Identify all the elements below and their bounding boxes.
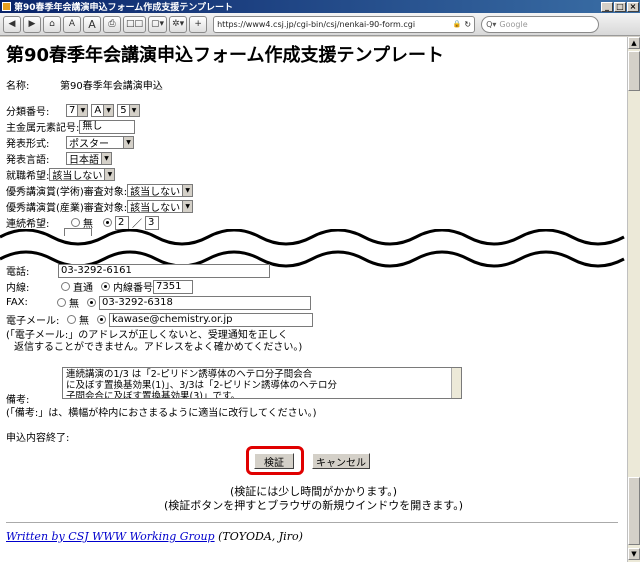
email-note-2: 返信することができません。アドレスをよく確かめてください。) [14, 342, 303, 353]
search-field[interactable]: Q▾ Google [481, 15, 600, 33]
element-label: 主金属元素記号: [6, 123, 80, 134]
scroll-down-icon[interactable]: ▼ [628, 548, 640, 560]
maximize-button[interactable]: □ [614, 1, 626, 12]
element-input[interactable]: 無し [79, 119, 136, 134]
close-button[interactable]: × [627, 1, 639, 12]
remarks-scrollbar[interactable] [451, 368, 461, 398]
award-industry-row: 優秀講演賞(産業)審査対象: 該当しない ▼ [6, 199, 196, 214]
lock-icon: 🔒 [452, 20, 462, 28]
window-title: 第90春季年会講演申込フォーム作成支援テンプレート [14, 3, 233, 13]
email-row: 電子メール: 無 kawase@chemistry.or.jp [6, 312, 313, 327]
fax-row: FAX: 無 03-3292-6318 [6, 295, 311, 310]
phone-input[interactable]: 03-3292-6161 [58, 263, 270, 278]
print-icon[interactable]: ⎙ [103, 15, 121, 33]
app-icon [2, 2, 11, 11]
ext-label: 内線: [6, 283, 30, 294]
language-label: 発表言語: [6, 155, 50, 166]
reload-icon[interactable]: ↻ [464, 20, 471, 29]
page-menu-icon[interactable]: ▢▾ [148, 15, 168, 33]
fax-label: FAX: [6, 297, 28, 308]
format-row: 発表形式: ポスター ▼ [6, 135, 137, 150]
name-label: 名称: [6, 81, 30, 92]
ext-row: 内線: 直通 内線番号 7351 [6, 279, 193, 294]
email-none-label: 無 [79, 316, 89, 327]
remarks-note: (「備考:」は、横幅が枠内におさまるように適当に改行してください。) [6, 408, 317, 419]
address-bar[interactable]: https://www4.csj.jp/cgi-bin/csj/nenkai-9… [213, 15, 476, 33]
email-address-radio[interactable] [97, 315, 106, 324]
footer: Written by CSJ WWW Working Group (TOYODA… [6, 530, 303, 543]
url-text[interactable]: https://www4.csj.jp/cgi-bin/csj/nenkai-9… [217, 20, 453, 29]
email-label: 電子メール: [6, 316, 60, 327]
language-row: 発表言語: 日本語 ▼ [6, 151, 115, 166]
category-label: 分類番号: [6, 107, 50, 118]
page-content: 第90春季年会講演申込フォーム作成支援テンプレート 名称: 第90春季年会講演申… [0, 37, 627, 562]
ext-number-radio[interactable] [101, 282, 110, 291]
job-row: 就職希望: 該当しない ▼ [6, 167, 118, 182]
fax-none-radio[interactable] [57, 298, 66, 307]
home-icon[interactable]: ⌂ [43, 15, 61, 33]
phone-label: 電話: [6, 267, 30, 278]
settings-icon[interactable]: ✲▾ [169, 15, 188, 33]
ext-direct-radio[interactable] [61, 282, 70, 291]
info-line-2: (検証ボタンを押すとブラウザの新規ウインドウを開きます。) [164, 499, 463, 512]
footer-author: (TOYODA, Jiro) [214, 530, 303, 543]
series-total-input[interactable]: 3 [145, 215, 159, 230]
category-select-2[interactable]: A ▼ [91, 104, 115, 117]
format-select[interactable]: ポスター ▼ [66, 136, 134, 150]
page-scrollbar[interactable]: ▲ ▼ [627, 37, 640, 562]
award-academic-label: 優秀講演賞(学術)審査対象: [6, 187, 128, 198]
category-row: 分類番号: 7 ▼ A ▼ 5 ▼ [6, 103, 143, 118]
forward-icon[interactable]: ▶ [23, 15, 41, 33]
scroll-thumb-top[interactable] [628, 51, 640, 91]
job-label: 就職希望: [6, 171, 50, 182]
series-separator: ／ [132, 219, 142, 230]
remarks-line-3: 子間会合に及ぼす置換基効果(3)」です。 [66, 391, 241, 399]
verify-highlight-box [246, 446, 304, 475]
job-select[interactable]: 該当しない ▼ [49, 168, 116, 182]
page-title: 第90春季年会講演申込フォーム作成支援テンプレート [6, 45, 444, 66]
font-smaller-button[interactable]: A [63, 15, 81, 33]
search-icon: Q▾ [486, 19, 497, 29]
award-industry-label: 優秀講演賞(産業)審査対象: [6, 203, 128, 214]
window-titlebar: 第90春季年会講演申込フォーム作成支援テンプレート _ □ × [0, 0, 640, 13]
ext-number-label: 内線番号 [113, 283, 153, 294]
language-select[interactable]: 日本語 ▼ [66, 152, 112, 166]
name-row: 名称: 第90春季年会講演申込 [6, 77, 163, 92]
category-select-3[interactable]: 5 ▼ [117, 104, 140, 117]
font-larger-button[interactable]: A [83, 15, 101, 33]
remarks-line-1: 連続講演の1/3 は「2-ピリドン誘導体のヘテロ分子間会合 [66, 369, 313, 380]
category-select-1[interactable]: 7 ▼ [66, 104, 89, 117]
fax-input[interactable]: 03-3292-6318 [99, 295, 311, 310]
footer-link[interactable]: Written by CSJ WWW Working Group [6, 530, 215, 543]
fax-none-label: 無 [69, 299, 79, 310]
search-placeholder: Google [499, 19, 528, 29]
footer-divider [6, 522, 618, 523]
remarks-textarea[interactable]: 連続講演の1/3 は「2-ピリドン誘導体のヘテロ分子間会合 に及ぼす置換基効果(… [62, 367, 462, 399]
scroll-up-icon[interactable]: ▲ [628, 37, 640, 49]
fax-number-radio[interactable] [87, 298, 96, 307]
element-row: 主金属元素記号: 無し [6, 119, 136, 134]
ext-direct-label: 直通 [73, 283, 93, 294]
done-label: 申込内容終了: [6, 433, 70, 444]
series-yes-radio[interactable] [103, 218, 112, 227]
award-industry-select[interactable]: 該当しない ▼ [127, 200, 194, 214]
name-value: 第90春季年会講演申込 [60, 81, 163, 92]
phone-row: 電話: 03-3292-6161 [6, 263, 270, 278]
email-input[interactable]: kawase@chemistry.or.jp [109, 312, 313, 327]
ext-number-input[interactable]: 7351 [153, 279, 193, 294]
remarks-line-2: に及ぼす置換基効果(1)」、3/3は「2-ピリドン誘導体のヘテロ分 [66, 380, 337, 391]
browser-toolbar: ◀ ▶ ⌂ A A ⎙ □□ ▢▾ ✲▾ + https://www4.csj.… [0, 13, 640, 36]
email-none-radio[interactable] [67, 315, 76, 324]
series-number-input[interactable]: 2 [115, 215, 129, 230]
award-academic-row: 優秀講演賞(学術)審査対象: 該当しない ▼ [6, 183, 196, 198]
reader-icon[interactable]: □□ [123, 15, 147, 33]
series-none-radio[interactable] [71, 218, 80, 227]
format-label: 発表形式: [6, 139, 50, 150]
cancel-button[interactable]: キャンセル [312, 453, 370, 469]
minimize-button[interactable]: _ [601, 1, 613, 12]
back-icon[interactable]: ◀ [3, 15, 21, 33]
scroll-thumb-bottom[interactable] [628, 477, 640, 545]
award-academic-select[interactable]: 該当しない ▼ [127, 184, 194, 198]
add-bookmark-icon[interactable]: + [189, 15, 208, 33]
